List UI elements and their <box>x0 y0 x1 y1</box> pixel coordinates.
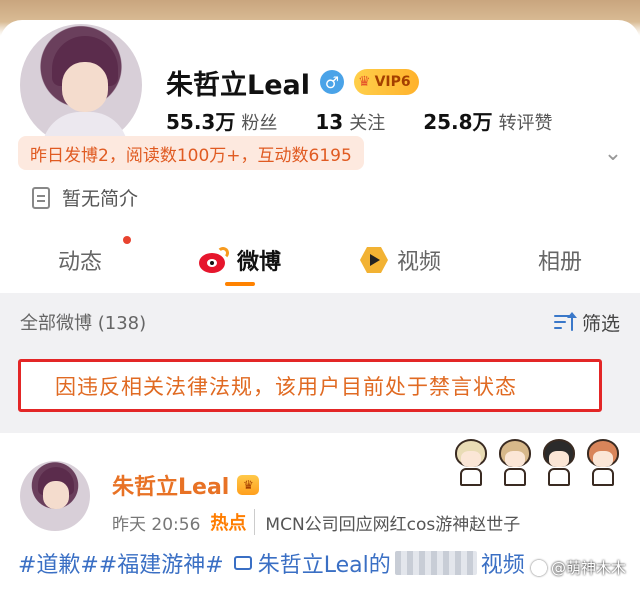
bio-row: 暂无简介 <box>32 184 138 211</box>
video-link-tail[interactable]: 视频 <box>481 547 525 579</box>
activity-highlight[interactable]: 昨日发博2，阅读数100万+，互动数6195 <box>18 136 364 170</box>
video-play-icon <box>359 246 389 274</box>
hot-topic-link[interactable]: MCN公司回应网红cos游神赵世子 <box>265 510 520 535</box>
vip-badge[interactable]: ♛ VIP6 <box>354 69 419 95</box>
chibi-stickers <box>452 435 630 491</box>
notification-dot <box>123 236 131 244</box>
video-link[interactable]: 朱哲立Leal的 <box>258 547 391 579</box>
chevron-down-icon[interactable]: ⌄ <box>600 140 626 166</box>
vip-label: VIP6 <box>374 74 411 90</box>
filter-button[interactable]: 筛选 <box>553 309 620 336</box>
profile-stats: 55.3万 粉丝 13 关注 25.8万 转评赞 <box>166 106 591 135</box>
tab-dynamics[interactable]: 动态 <box>0 230 160 290</box>
bio-text: 暂无简介 <box>62 188 139 210</box>
post-text: #道歉##福建游神# 朱哲立Leal的 视频 <box>18 547 525 579</box>
male-symbol-icon: ♂ <box>320 70 344 94</box>
tab-album[interactable]: 相册 <box>480 230 640 290</box>
post-author-name[interactable]: 朱哲立Leal <box>112 469 229 501</box>
post-meta: 昨天 20:56 热点 MCN公司回应网红cos游神赵世子 <box>112 509 520 535</box>
feed-header: 全部微博 (138) 筛选 <box>0 293 640 351</box>
chibi-character-icon <box>452 435 490 487</box>
active-tab-indicator <box>225 282 255 286</box>
blurred-text <box>394 551 477 575</box>
chibi-character-icon <box>540 435 578 487</box>
chibi-character-icon <box>496 435 534 487</box>
post-avatar[interactable] <box>20 461 90 531</box>
weibo-logo-icon <box>198 247 229 273</box>
watermark: @萌神木木 <box>530 557 626 578</box>
video-link-icon <box>233 556 252 570</box>
sort-filter-icon <box>553 312 577 331</box>
post-card[interactable]: 朱哲立Leal ♛ 昨天 20:56 热点 MCN公司回应网红cos游神赵世子 … <box>0 433 640 594</box>
hashtag-links[interactable]: #道歉##福建游神# <box>18 547 224 579</box>
document-icon <box>32 186 50 209</box>
stat-followers[interactable]: 55.3万 粉丝 <box>166 106 277 135</box>
weibo-watermark-icon <box>530 559 547 576</box>
post-author-row: 朱哲立Leal ♛ <box>112 469 260 501</box>
vip-crown-icon: ♛ <box>237 475 260 495</box>
chibi-character-icon <box>584 435 622 487</box>
profile-name: 朱哲立Leal <box>166 69 310 101</box>
stat-interactions[interactable]: 25.8万 转评赞 <box>423 106 552 135</box>
ban-notice: 因违反相关法律法规，该用户目前处于禁言状态 <box>18 359 602 412</box>
avatar[interactable] <box>16 20 146 150</box>
feed-title: 全部微博 (138) <box>20 313 147 334</box>
tab-video[interactable]: 视频 <box>320 230 480 290</box>
post-time: 昨天 20:56 <box>112 514 201 535</box>
stat-following[interactable]: 13 关注 <box>315 109 385 135</box>
tab-weibo[interactable]: 微博 <box>160 230 320 290</box>
profile-tabs: 动态 微博 视频 相册 <box>0 230 640 290</box>
crown-icon: ♛ <box>358 74 371 90</box>
profile-name-row: 朱哲立Leal ♂ ♛ VIP6 <box>166 64 419 101</box>
hot-label: 热点 <box>210 509 256 535</box>
